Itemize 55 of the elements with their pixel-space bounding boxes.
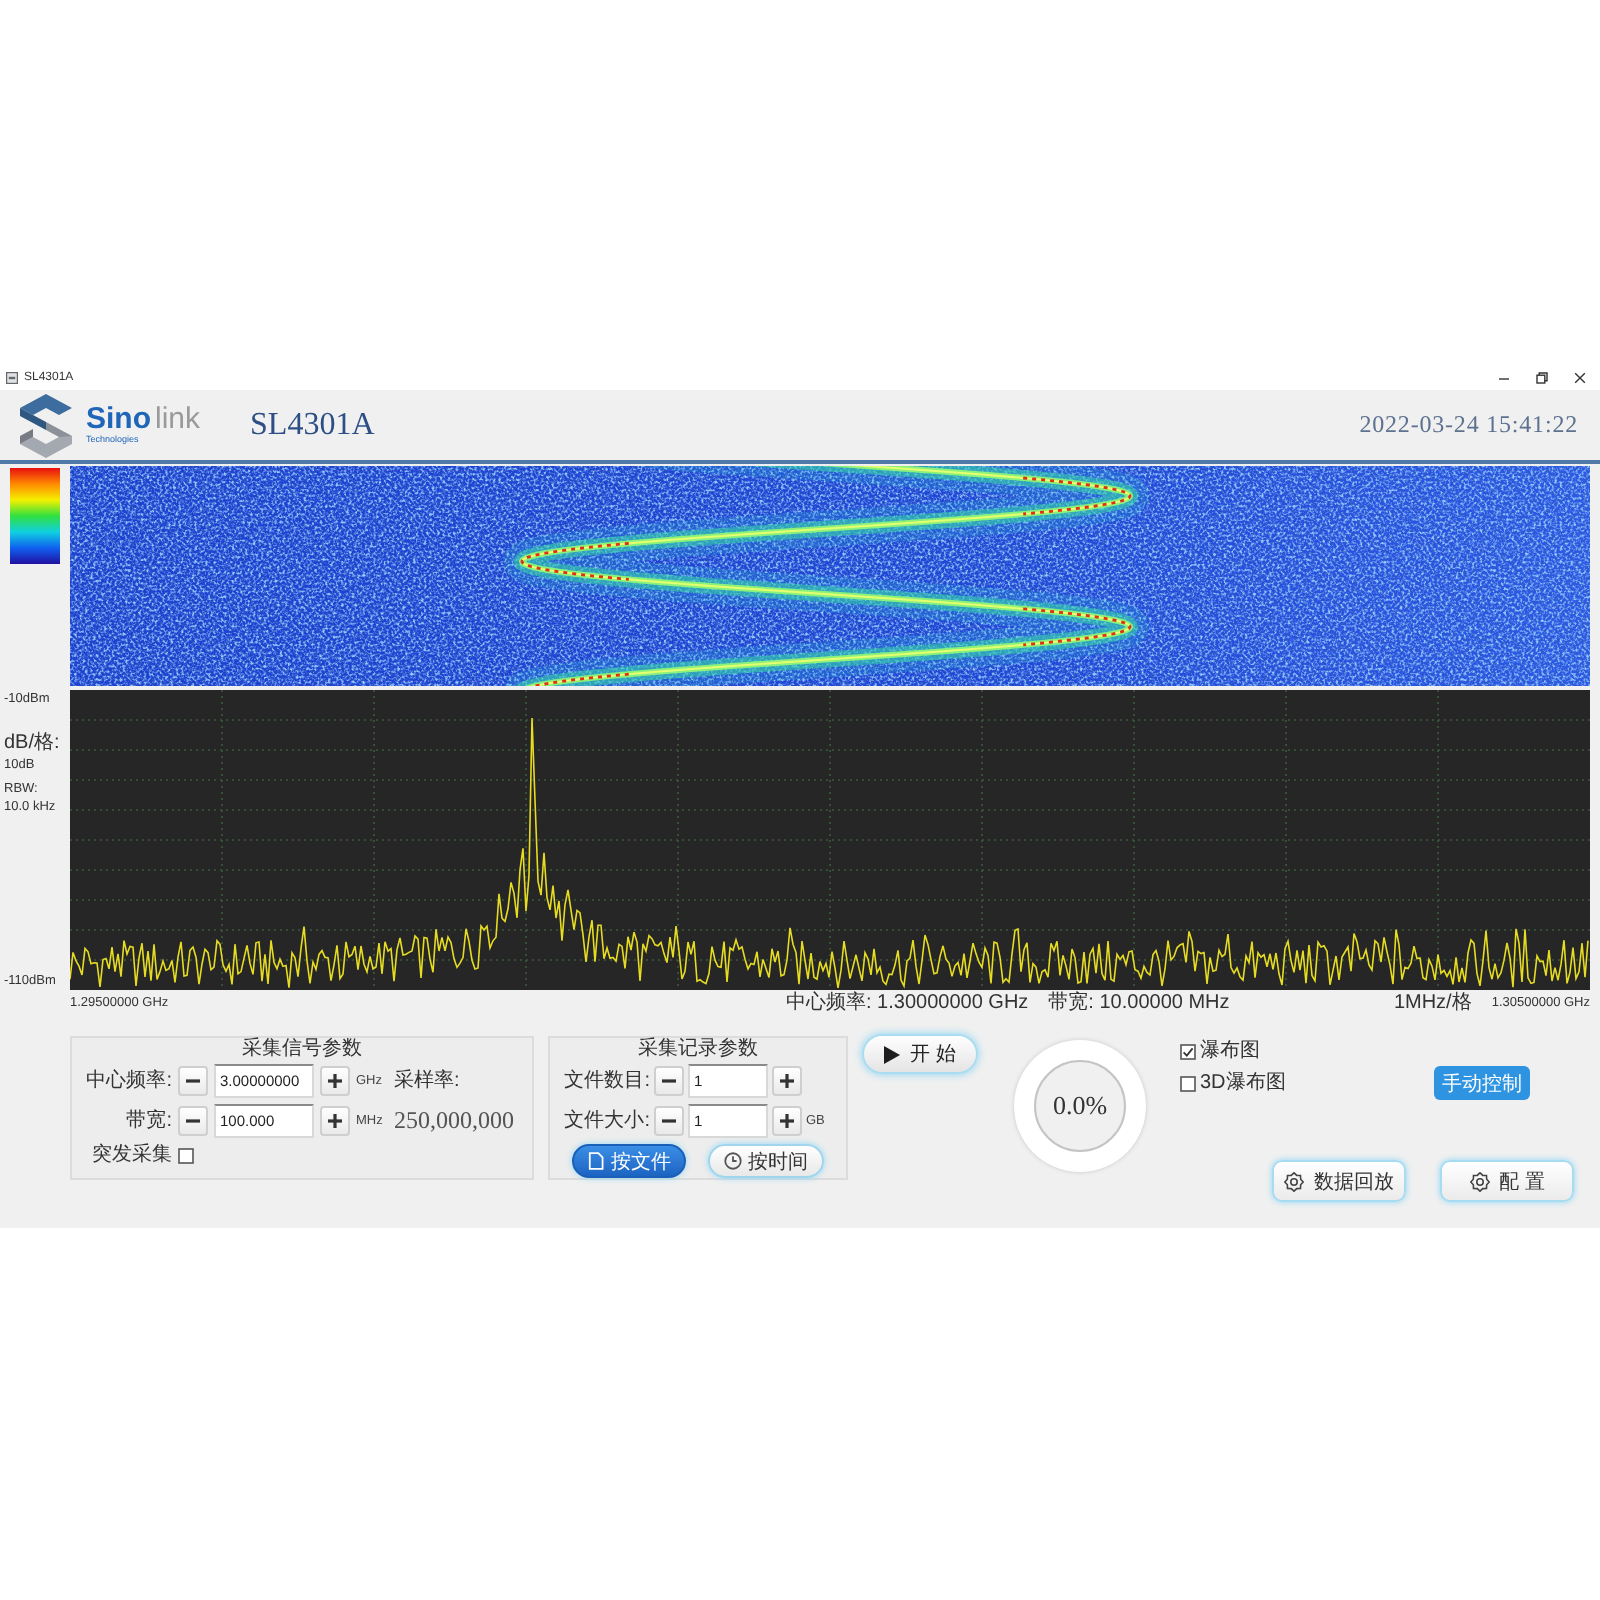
plus-icon <box>328 1074 342 1088</box>
checkbox-label: 3D瀑布图 <box>1200 1072 1286 1096</box>
checkbox-label: 突发采集 <box>90 1144 172 1168</box>
sample-rate-label: 采样率: <box>394 1069 462 1093</box>
action-button[interactable]: 配 置 <box>1440 1160 1574 1202</box>
close-icon[interactable] <box>1574 372 1586 384</box>
brand-name: Sino <box>86 404 151 434</box>
progress-value: 0.0% <box>1034 1060 1126 1152</box>
center-frequency-label: 中心频率: 1.30000000 GHz <box>786 991 1029 1015</box>
app-icon <box>6 372 18 384</box>
increment-button[interactable] <box>320 1106 350 1136</box>
decrement-button[interactable] <box>178 1066 208 1096</box>
document-icon <box>588 1152 605 1170</box>
clock-icon <box>723 1152 742 1170</box>
panel-title: 采集信号参数 <box>240 1038 364 1060</box>
increment-button[interactable] <box>320 1066 350 1096</box>
plus-icon <box>328 1114 342 1128</box>
minimize-icon[interactable] <box>1498 372 1510 384</box>
action-button[interactable]: 数据回放 <box>1272 1160 1406 1202</box>
gear-icon <box>1284 1171 1304 1191</box>
gear-icon <box>1469 1171 1490 1191</box>
increment-button[interactable] <box>772 1106 802 1136</box>
checkbox-label: 瀑布图 <box>1200 1040 1260 1064</box>
start-button[interactable]: 开 始 <box>862 1034 978 1074</box>
brand-name: link <box>155 404 201 434</box>
scale-label: dB/格: <box>4 732 60 756</box>
minus-icon <box>662 1074 676 1088</box>
plus-icon <box>780 1074 794 1088</box>
field-label: 文件大小: <box>562 1109 650 1133</box>
model-title: SL4301A <box>250 407 375 443</box>
division-label: 1MHz/格 <box>1393 991 1472 1015</box>
panel-title: 采集记录参数 <box>636 1038 760 1060</box>
minus-icon <box>186 1074 200 1088</box>
sample-rate-value: 250,000,000 <box>394 1106 516 1136</box>
minus-icon <box>662 1114 676 1128</box>
field-label: 带宽: <box>124 1109 172 1133</box>
span-label: 带宽: 10.00000 MHz <box>1048 991 1230 1015</box>
restore-icon[interactable] <box>1536 372 1548 384</box>
decrement-button[interactable] <box>654 1106 684 1136</box>
logo-icon <box>16 391 76 459</box>
field-label: 文件数目: <box>562 1069 650 1093</box>
field-label: 中心频率: <box>84 1069 172 1093</box>
play-icon <box>884 1045 901 1063</box>
decrement-button[interactable] <box>178 1106 208 1136</box>
mode-button[interactable]: 按时间 <box>707 1144 824 1178</box>
date-time: 2022-03-24 15:41:22 <box>1359 410 1578 440</box>
checkbox[interactable] <box>1180 1044 1196 1060</box>
decrement-button[interactable] <box>654 1066 684 1096</box>
checkbox[interactable] <box>178 1148 194 1164</box>
plus-icon <box>780 1114 794 1128</box>
minus-icon <box>186 1114 200 1128</box>
color-scale-bar <box>10 468 60 564</box>
checkbox[interactable] <box>1180 1076 1196 1092</box>
mode-button[interactable]: 按文件 <box>572 1144 687 1178</box>
increment-button[interactable] <box>772 1066 802 1096</box>
